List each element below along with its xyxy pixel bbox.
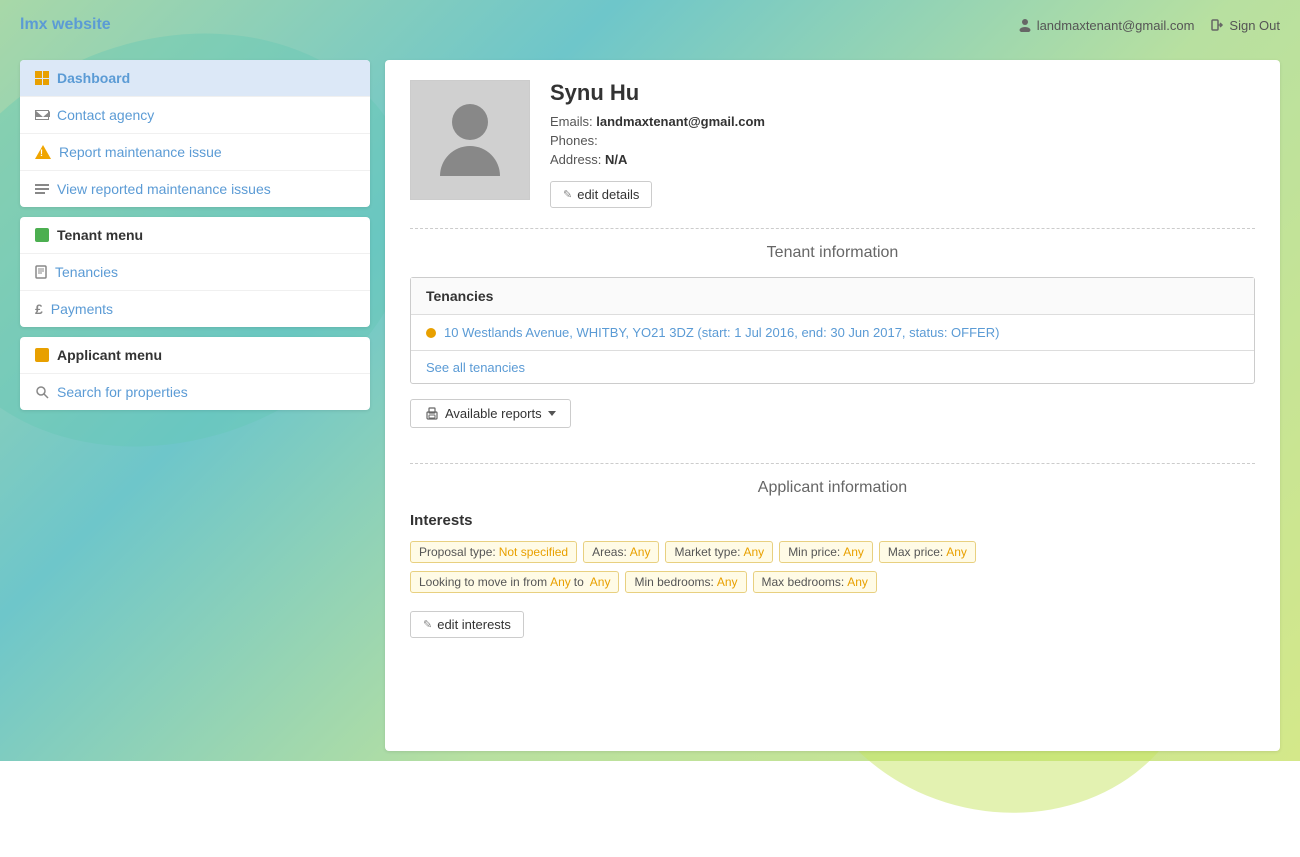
see-all-row: See all tenancies (411, 350, 1254, 383)
sidebar-item-payments[interactable]: £ Payments (20, 290, 370, 327)
applicant-info-title: Applicant information (410, 479, 1255, 497)
envelope-icon (35, 110, 49, 120)
user-icon (1018, 18, 1032, 32)
dashboard-icon (35, 71, 49, 85)
sidebar-section-dashboard: Dashboard Contact agency Report maintena… (20, 60, 370, 207)
interests-tags-row1: Proposal type: Not specified Areas: Any … (410, 541, 1255, 563)
main-content: Synu Hu Emails: landmaxtenant@gmail.com … (385, 60, 1280, 751)
tag-max-price: Max price: Any (879, 541, 976, 563)
sidebar-section-tenant: Tenant menu Tenancies £ Payments (20, 217, 370, 327)
divider-1 (410, 228, 1255, 229)
tenant-info-title: Tenant information (410, 244, 1255, 262)
app-logo[interactable]: lmx website (20, 16, 111, 34)
sidebar-section-applicant: Applicant menu Search for properties (20, 337, 370, 410)
tag-move-in-from: Looking to move in from Any to Any (410, 571, 619, 593)
reports-btn-label: Available reports (445, 406, 542, 421)
tag-min-bedrooms: Min bedrooms: Any (625, 571, 746, 593)
profile-email-value: landmaxtenant@gmail.com (596, 114, 765, 129)
see-all-tenancies-link[interactable]: See all tenancies (426, 360, 525, 375)
book-icon (35, 265, 47, 279)
green-dot-icon (35, 228, 49, 242)
divider-2 (410, 463, 1255, 464)
sidebar-tenant-label: Tenant menu (57, 227, 143, 243)
edit-interests-button[interactable]: ✎ edit interests (410, 611, 524, 638)
printer-icon (425, 407, 439, 421)
warning-icon (35, 145, 51, 159)
interests-tags-row2: Looking to move in from Any to Any Min b… (410, 571, 1255, 593)
available-reports-button[interactable]: Available reports (410, 399, 571, 428)
tag-areas: Areas: Any (583, 541, 659, 563)
profile-info: Synu Hu Emails: landmaxtenant@gmail.com … (550, 80, 765, 208)
sidebar-tenant-header[interactable]: Tenant menu (20, 217, 370, 253)
contact-agency-label: Contact agency (57, 107, 154, 123)
sidebar-applicant-header[interactable]: Applicant menu (20, 337, 370, 373)
avatar-body (440, 146, 500, 176)
profile-section: Synu Hu Emails: landmaxtenant@gmail.com … (410, 80, 1255, 208)
sidebar-applicant-label: Applicant menu (57, 347, 162, 363)
avatar-head (452, 104, 488, 140)
sign-out-label: Sign Out (1229, 18, 1280, 33)
sidebar-item-view-maintenance[interactable]: View reported maintenance issues (20, 170, 370, 207)
sidebar-item-report-maintenance[interactable]: Report maintenance issue (20, 133, 370, 170)
view-maintenance-label: View reported maintenance issues (57, 181, 271, 197)
search-icon (35, 385, 49, 399)
sidebar-item-tenancies[interactable]: Tenancies (20, 253, 370, 290)
top-navigation: lmx website landmaxtenant@gmail.com Sign… (0, 0, 1300, 50)
pound-icon: £ (35, 301, 43, 317)
profile-address: Address: N/A (550, 152, 765, 167)
list-icon (35, 184, 49, 194)
tenancy-link[interactable]: 10 Westlands Avenue, WHITBY, YO21 3DZ (s… (444, 325, 999, 340)
payments-label: Payments (51, 301, 113, 317)
avatar (410, 80, 530, 200)
sidebar-dashboard-label: Dashboard (57, 70, 130, 86)
tenancies-header: Tenancies (411, 278, 1254, 315)
sidebar-item-search-properties[interactable]: Search for properties (20, 373, 370, 410)
tag-max-bedrooms: Max bedrooms: Any (753, 571, 877, 593)
sidebar-item-contact-agency[interactable]: Contact agency (20, 96, 370, 133)
search-properties-label: Search for properties (57, 384, 188, 400)
user-info: landmaxtenant@gmail.com (1018, 18, 1195, 33)
orange-dot-icon (35, 348, 49, 362)
tag-proposal-type: Proposal type: Not specified (410, 541, 577, 563)
tenancies-box: Tenancies 10 Westlands Avenue, WHITBY, Y… (410, 277, 1255, 384)
tag-market-type: Market type: Any (665, 541, 773, 563)
sidebar: Dashboard Contact agency Report maintena… (20, 60, 370, 751)
sidebar-dashboard-header[interactable]: Dashboard (20, 60, 370, 96)
pencil-interests-icon: ✎ (423, 618, 432, 631)
top-nav-right: landmaxtenant@gmail.com Sign Out (1018, 18, 1280, 33)
tag-min-price: Min price: Any (779, 541, 873, 563)
signout-icon (1210, 18, 1224, 32)
sign-out-button[interactable]: Sign Out (1210, 18, 1280, 33)
avatar-figure (440, 104, 500, 176)
profile-email: Emails: landmaxtenant@gmail.com (550, 114, 765, 129)
profile-name: Synu Hu (550, 80, 765, 106)
tenancy-status-dot (426, 328, 436, 338)
edit-details-button[interactable]: ✎ edit details (550, 181, 652, 208)
interests-title: Interests (410, 512, 1255, 529)
tenancy-row: 10 Westlands Avenue, WHITBY, YO21 3DZ (s… (411, 315, 1254, 350)
profile-phones: Phones: (550, 133, 765, 148)
report-maintenance-label: Report maintenance issue (59, 144, 222, 160)
main-layout: Dashboard Contact agency Report maintena… (0, 50, 1300, 761)
caret-icon (548, 411, 556, 416)
user-email: landmaxtenant@gmail.com (1037, 18, 1195, 33)
tenancies-label: Tenancies (55, 264, 118, 280)
pencil-icon: ✎ (563, 188, 572, 201)
profile-address-value: N/A (605, 152, 627, 167)
